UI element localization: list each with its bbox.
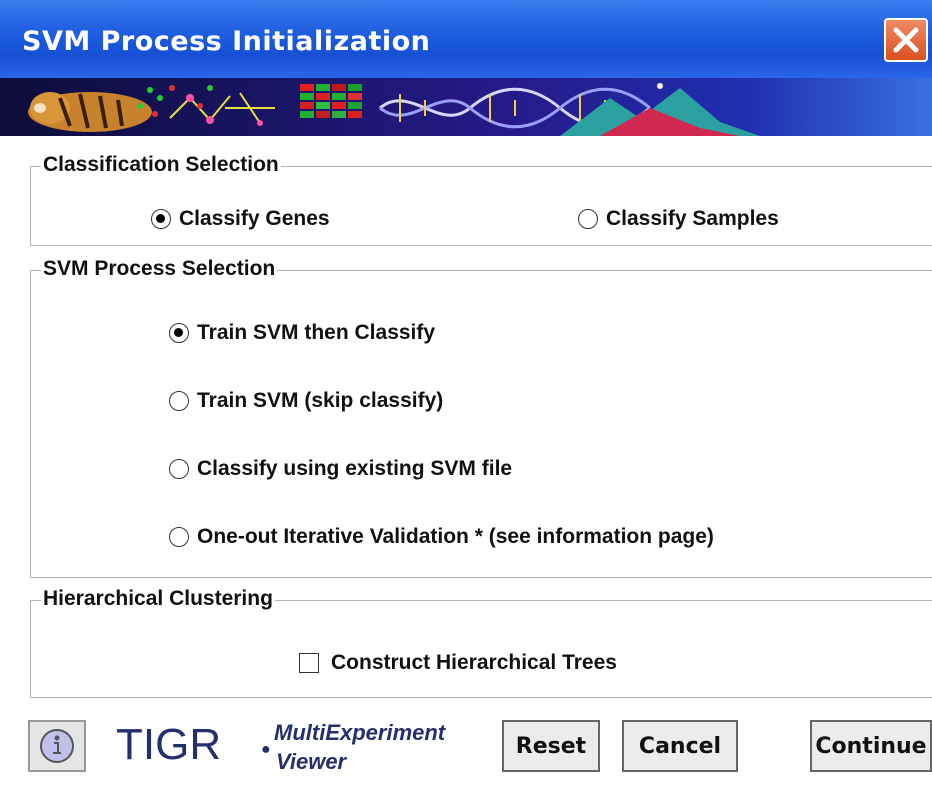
classification-selection-legend: Classification Selection — [41, 153, 281, 177]
button-bar: TIGR ● MultiExperiment Viewer Reset Canc… — [12, 708, 932, 787]
tiger-dna-banner-image — [0, 78, 932, 136]
one-out-validation-radio[interactable]: One-out Iterative Validation * (see info… — [169, 525, 714, 549]
radio-unselected-icon[interactable] — [169, 391, 189, 411]
logo-bullet: ● — [261, 741, 271, 758]
classify-samples-label: Classify Samples — [606, 207, 779, 230]
mev-logo-line2: Viewer — [276, 749, 347, 774]
classify-samples-radio[interactable]: Classify Samples — [578, 207, 779, 231]
hierarchical-clustering-group: Hierarchical Clustering Construct Hierar… — [30, 587, 932, 698]
mev-logo-line1: MultiExperiment — [274, 720, 446, 745]
info-button[interactable] — [28, 720, 86, 772]
radio-unselected-icon[interactable] — [169, 459, 189, 479]
continue-button[interactable]: Continue — [810, 720, 932, 772]
info-icon — [40, 729, 74, 763]
window-title: SVM Process Initialization — [22, 26, 431, 57]
classification-selection-group: Classification Selection Classify Genes … — [30, 153, 932, 246]
train-then-classify-label: Train SVM then Classify — [197, 321, 436, 344]
cancel-button[interactable]: Cancel — [622, 720, 738, 772]
dialog-window: SVM Process Initialization Classificatio… — [0, 0, 932, 787]
svm-process-selection-group: SVM Process Selection Train SVM then Cla… — [30, 257, 932, 578]
title-bar[interactable]: SVM Process Initialization — [0, 0, 932, 78]
close-button[interactable] — [884, 18, 928, 62]
radio-unselected-icon[interactable] — [169, 527, 189, 547]
construct-trees-checkbox[interactable]: Construct Hierarchical Trees — [299, 651, 617, 675]
tigr-logo-text: TIGR — [116, 720, 222, 769]
hierarchical-clustering-legend: Hierarchical Clustering — [41, 587, 275, 611]
classify-genes-radio[interactable]: Classify Genes — [151, 207, 330, 231]
svm-process-selection-legend: SVM Process Selection — [41, 257, 278, 281]
train-then-classify-radio[interactable]: Train SVM then Classify — [169, 321, 435, 345]
train-skip-classify-radio[interactable]: Train SVM (skip classify) — [169, 389, 443, 413]
construct-trees-label: Construct Hierarchical Trees — [331, 651, 617, 674]
dialog-content: Classification Selection Classify Genes … — [12, 136, 932, 706]
classify-existing-file-label: Classify using existing SVM file — [197, 457, 513, 480]
radio-selected-icon[interactable] — [169, 323, 189, 343]
checkbox-unchecked-icon[interactable] — [299, 653, 319, 673]
one-out-validation-label: One-out Iterative Validation * (see info… — [197, 525, 714, 548]
classify-genes-label: Classify Genes — [179, 207, 330, 230]
classify-existing-file-radio[interactable]: Classify using existing SVM file — [169, 457, 512, 481]
radio-unselected-icon[interactable] — [578, 209, 598, 229]
radio-selected-icon[interactable] — [151, 209, 171, 229]
reset-button[interactable]: Reset — [502, 720, 600, 772]
train-skip-classify-label: Train SVM (skip classify) — [197, 389, 444, 412]
close-icon — [893, 27, 919, 53]
